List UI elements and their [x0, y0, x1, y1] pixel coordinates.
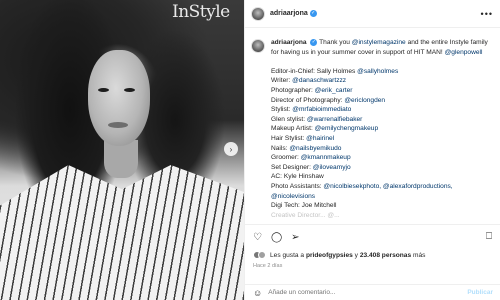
more-options-icon[interactable]: ••• [481, 9, 493, 19]
credit-handle[interactable]: @sallyholmes [357, 68, 398, 75]
header-username[interactable]: adriaarjona [270, 10, 308, 17]
caption-text: adriaarjona ✓ Thank you @instylemagazine… [271, 38, 493, 222]
credit-role: Photo Assistants: [271, 182, 324, 190]
caption-avatar[interactable] [251, 39, 265, 53]
likes-user[interactable]: prideofgypsies [306, 252, 353, 259]
post-timestamp[interactable]: Hace 2 días [253, 263, 282, 269]
credit-line: Photographer: @erik_carter [271, 86, 493, 96]
emoji-icon[interactable]: ☺ [253, 288, 262, 298]
credit-line: AC: Kyle Hinshaw [271, 172, 493, 182]
credit-role: Digi Tech: Joe Mitchell [271, 202, 337, 210]
likes-text: Les gusta a prideofgypsies y 23.408 pers… [270, 251, 426, 259]
comment-bar: ☺ Publicar [245, 284, 500, 300]
post-side-panel: adriaarjona ✓ ••• adriaarjona ✓ Thank yo… [244, 0, 500, 300]
credit-line: Editor-in-Chief: Sally Holmes @sallyholm… [271, 67, 493, 77]
instagram-post: InStyle › adriaarjona ✓ ••• adriaarjona … [0, 0, 500, 300]
avatar [258, 251, 266, 259]
comment-input[interactable] [268, 289, 459, 296]
chevron-right-icon: › [229, 144, 233, 154]
likes-summary[interactable]: Les gusta a prideofgypsies y 23.408 pers… [253, 251, 425, 259]
credit-line: Groomer: @kmannmakeup [271, 153, 493, 163]
credit-handle[interactable]: @danaschwartzzz [292, 77, 346, 84]
credit-line: Glen stylist: @warrenalfiebaker [271, 115, 493, 125]
credit-role: Hair Stylist: [271, 134, 307, 142]
caption-username[interactable]: adriaarjona [271, 39, 307, 46]
photo-eye-right [124, 88, 135, 92]
post-header: adriaarjona ✓ ••• [245, 0, 500, 28]
likes-count[interactable]: 23.408 personas [360, 252, 411, 259]
verified-icon: ✓ [310, 38, 318, 46]
action-icons: ♡ ◯ ➢ [253, 232, 300, 243]
photo-lips [108, 122, 128, 128]
share-icon[interactable]: ➢ [291, 232, 299, 243]
credit-role: Nails: [271, 144, 290, 152]
mention-link[interactable]: @instylemagazine [352, 39, 406, 46]
caption-gap [271, 57, 493, 67]
credit-role: Glen stylist: [271, 115, 307, 123]
photo-eye-left [98, 88, 109, 92]
credit-role: Photographer: [271, 86, 315, 94]
caption-area: adriaarjona ✓ Thank you @instylemagazine… [245, 30, 500, 222]
credit-line: Stylist: @mrfabioimmediato [271, 105, 493, 115]
next-slide-button[interactable]: › [224, 142, 238, 156]
post-photo[interactable]: InStyle › [0, 0, 244, 300]
credit-line: Set Designer: @iloveamyjo [271, 163, 493, 173]
credit-role: AC: Kyle Hinshaw [271, 173, 324, 181]
credit-line: Writer: @danaschwartzzz [271, 76, 493, 86]
post-actions: ♡ ◯ ➢ ⎕ Les gusta a prideofgypsies y 23.… [245, 224, 500, 284]
magazine-logo: InStyle [172, 2, 230, 22]
credit-handle[interactable]: @iloveamyjo [313, 164, 351, 171]
publish-button[interactable]: Publicar [467, 289, 493, 296]
mention-link[interactable]: @glenpowell [445, 49, 483, 56]
caption-cut-line: Creative Director... @... [271, 211, 340, 219]
credit-handle[interactable]: @mrfabioimmediato [292, 106, 351, 113]
credit-line: Nails: @nailsbyemikudo [271, 144, 493, 154]
credit-role: Set Designer: [271, 163, 313, 171]
credit-handle[interactable]: @hairinel [306, 135, 334, 142]
credit-handle[interactable]: @nailsbyemikudo [289, 145, 341, 152]
credit-handle[interactable]: @ericlongden [344, 97, 385, 104]
verified-icon: ✓ [309, 10, 317, 17]
credit-handle[interactable]: @warrenalfiebaker [307, 116, 362, 123]
credit-line: Makeup Artist: @emilychengmakeup [271, 124, 493, 134]
heart-icon[interactable]: ♡ [253, 232, 262, 243]
credit-role: Stylist: [271, 106, 293, 114]
caption-intro: Thank you [319, 39, 352, 46]
credit-line: Director of Photography: @ericlongden [271, 96, 493, 106]
credit-line: Digi Tech: Joe Mitchell [271, 201, 493, 211]
credit-handle[interactable]: @kmannmakeup [301, 154, 351, 161]
credit-line: Photo Assistants: @nicolbiesekphoto, @al… [271, 182, 493, 201]
credit-role: Makeup Artist: [271, 125, 315, 133]
credit-line: Hair Stylist: @hairinel [271, 134, 493, 144]
comment-icon[interactable]: ◯ [271, 232, 282, 243]
credit-role: Director of Photography: [271, 96, 345, 104]
credit-role: Groomer: [271, 154, 301, 162]
photo-face [88, 50, 150, 146]
credits-list: Editor-in-Chief: Sally Holmes @sallyholm… [271, 67, 493, 211]
credit-handle[interactable]: @erik_carter [315, 87, 353, 94]
credit-handle[interactable]: @emilychengmakeup [315, 125, 379, 132]
bookmark-icon[interactable]: ⎕ [486, 231, 492, 242]
credit-role: Editor-in-Chief: Sally Holmes [271, 67, 358, 75]
avatar[interactable] [251, 6, 265, 21]
credit-role: Writer: [271, 77, 293, 85]
